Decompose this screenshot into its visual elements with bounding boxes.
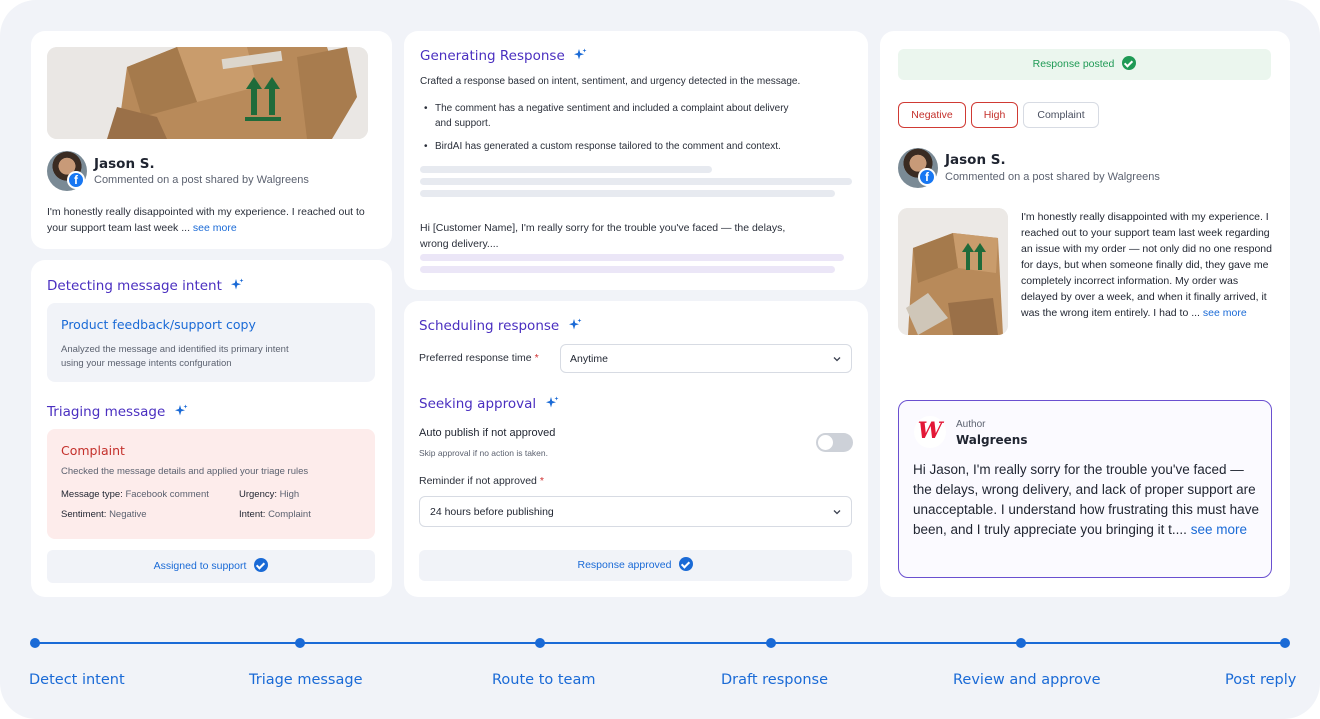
triage-result-title: Complaint: [61, 443, 125, 458]
check-icon: [679, 557, 694, 571]
auto-publish-label: Auto publish if not approved: [419, 427, 556, 439]
see-more-link[interactable]: see more: [193, 222, 237, 234]
damaged-box-image: [898, 208, 1008, 335]
loading-bar: [420, 190, 835, 197]
timeline-step-route[interactable]: Route to team: [492, 672, 595, 688]
see-more-link[interactable]: see more: [1191, 522, 1247, 537]
triage-heading: Triaging message: [47, 403, 188, 421]
posted-status: Response posted: [898, 49, 1271, 80]
posted-card: Response posted Negative High Complaint …: [880, 31, 1290, 597]
sparkle-icon: [545, 396, 559, 408]
intent-field: Intent: Complaint: [239, 509, 311, 520]
intent-result: Product feedback/support copy Analyzed t…: [47, 303, 375, 382]
triage-result: Complaint Checked the message details an…: [47, 429, 375, 539]
intent-triage-card: Detecting message intent Product feedbac…: [31, 260, 392, 597]
timeline-step-draft[interactable]: Draft response: [721, 672, 828, 688]
author-caption: Author: [956, 419, 986, 430]
check-icon: [1122, 56, 1137, 70]
triage-result-desc: Checked the message details and applied …: [61, 466, 309, 477]
generating-card: Generating Response Crafted a response b…: [404, 31, 868, 290]
author-name: Walgreens: [956, 433, 1028, 447]
timeline-dot: [30, 638, 40, 648]
timeline-dot: [1280, 638, 1290, 648]
draft-text: Hi [Customer Name], I'm really sorry for…: [420, 222, 786, 250]
facebook-icon: f: [918, 168, 936, 186]
generating-heading: Generating Response: [420, 47, 587, 65]
auto-publish-toggle[interactable]: [816, 433, 853, 452]
auto-publish-hint: Skip approval if no action is taken.: [419, 448, 548, 458]
commenter-name: Jason S.: [94, 156, 155, 172]
timeline-step-review[interactable]: Review and approve: [953, 672, 1101, 688]
intent-result-desc-1: Analyzed the message and identified its …: [61, 344, 289, 355]
preferred-time-label: Preferred response time *: [419, 352, 539, 364]
tag-high: High: [971, 102, 1018, 128]
message-type-field: Message type: Facebook comment: [61, 489, 209, 500]
bullet-1: • The comment has a negative sentiment a…: [424, 103, 789, 129]
loading-bar: [420, 266, 835, 273]
approval-heading: Seeking approval: [419, 395, 559, 413]
timeline-dot: [295, 638, 305, 648]
see-more-link[interactable]: see more: [1203, 307, 1247, 319]
facebook-icon: f: [67, 171, 85, 189]
loading-bar: [420, 254, 844, 261]
comment-full-text: I'm honestly really disappointed with my…: [1021, 211, 1272, 319]
sentiment-field: Sentiment: Negative: [61, 509, 147, 520]
damaged-box-image: [47, 47, 368, 139]
timeline-step-post[interactable]: Post reply: [1225, 672, 1296, 688]
workflow-frame: f Jason S. Commented on a post shared by…: [0, 0, 1320, 719]
loading-bar: [420, 166, 712, 173]
reply-text: Hi Jason, I'm really sorry for the troub…: [913, 462, 1259, 537]
reminder-label: Reminder if not approved *: [419, 475, 544, 487]
chevron-down-icon: [833, 510, 841, 515]
generating-intro: Crafted a response based on intent, sent…: [420, 76, 801, 87]
approved-status: Response approved: [419, 550, 852, 581]
bullet-2: • BirdAI has generated a custom response…: [424, 141, 781, 152]
tag-complaint: Complaint: [1023, 102, 1099, 128]
reply-card: W Author Walgreens Hi Jason, I'm really …: [898, 400, 1272, 578]
sparkle-icon: [231, 278, 244, 290]
timeline-dot: [766, 638, 776, 648]
intent-heading: Detecting message intent: [47, 277, 244, 295]
scheduling-heading: Scheduling response: [419, 317, 582, 335]
comment-card: f Jason S. Commented on a post shared by…: [31, 31, 392, 249]
timeline-step-triage[interactable]: Triage message: [249, 672, 363, 688]
scheduling-card: Scheduling response Preferred response t…: [404, 301, 868, 597]
intent-result-title: Product feedback/support copy: [61, 317, 256, 332]
commenter-meta: Commented on a post shared by Walgreens: [94, 174, 309, 186]
sparkle-icon: [174, 404, 188, 416]
timeline-dot: [1016, 638, 1026, 648]
timeline-line: [35, 642, 1285, 644]
comment-text: I'm honestly really disappointed with my…: [47, 206, 365, 234]
urgency-field: Urgency: High: [239, 489, 300, 500]
commenter-meta: Commented on a post shared by Walgreens: [945, 171, 1160, 183]
timeline-dot: [535, 638, 545, 648]
assigned-status: Assigned to support: [47, 550, 375, 583]
chevron-down-icon: [833, 357, 841, 362]
reminder-select[interactable]: 24 hours before publishing: [419, 496, 852, 527]
sparkle-icon: [568, 318, 582, 330]
intent-result-desc-2: using your message intents confguration: [61, 358, 232, 369]
tag-negative: Negative: [898, 102, 966, 128]
commenter-name: Jason S.: [945, 152, 1006, 168]
sparkle-icon: [574, 48, 587, 60]
timeline-step-detect[interactable]: Detect intent: [29, 672, 125, 688]
check-icon: [254, 558, 269, 572]
preferred-time-select[interactable]: Anytime: [560, 344, 852, 373]
loading-bar: [420, 178, 852, 185]
toggle-knob: [818, 435, 833, 450]
walgreens-logo: W: [914, 416, 946, 448]
